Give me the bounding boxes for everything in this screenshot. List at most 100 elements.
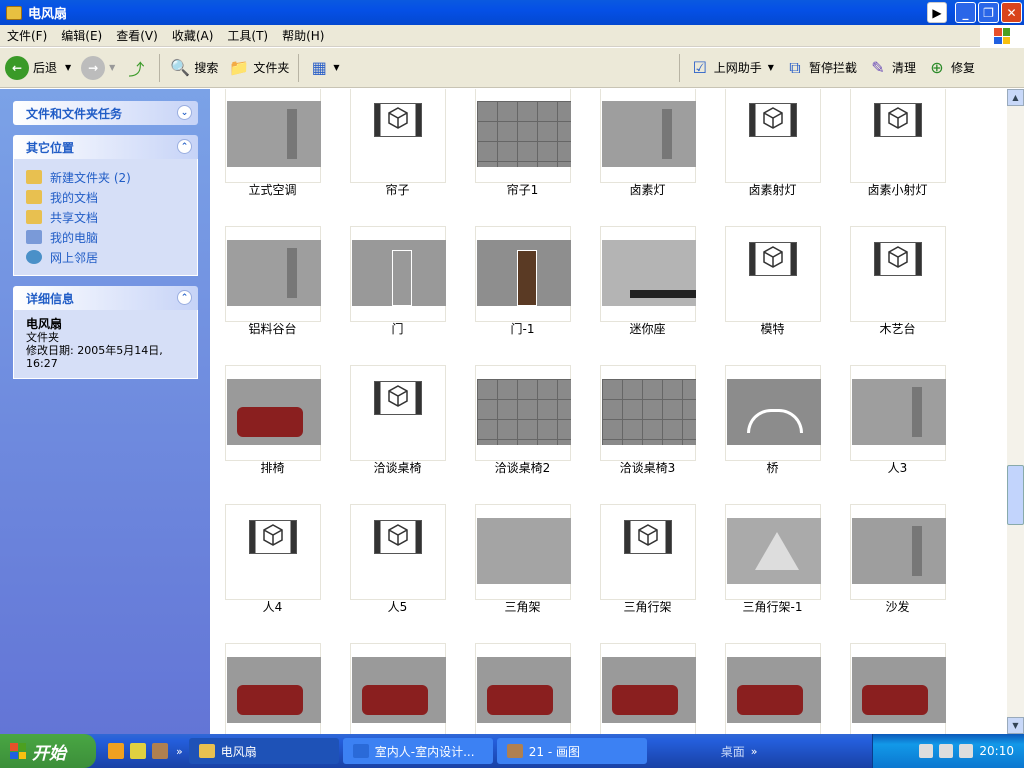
assistant-button[interactable]: ☑ 上网助手 ▼: [684, 51, 779, 85]
file-thumbnail[interactable]: [350, 226, 446, 322]
media-player-icon[interactable]: [108, 743, 124, 759]
menu-tools[interactable]: 工具(T): [220, 27, 275, 44]
file-item[interactable]: 立式空调: [210, 89, 321, 215]
chevron-right-icon[interactable]: »: [751, 745, 758, 758]
file-thumbnail[interactable]: [600, 365, 696, 461]
scroll-up-button[interactable]: ▲: [1007, 89, 1024, 106]
file-thumbnail[interactable]: [350, 89, 446, 183]
media-icon[interactable]: ▶: [927, 2, 947, 23]
file-thumbnail[interactable]: [350, 643, 446, 734]
file-item[interactable]: 洽谈桌椅3: [585, 365, 696, 493]
file-item[interactable]: 人5: [335, 504, 446, 632]
file-item[interactable]: 三角架: [460, 504, 571, 632]
place-my-documents[interactable]: 我的文档: [26, 187, 187, 207]
file-item[interactable]: 模特: [710, 226, 821, 354]
repair-button[interactable]: ⊕ 修复: [921, 51, 980, 85]
desktop-toolbar[interactable]: 桌面: [721, 743, 745, 760]
scroll-thumb[interactable]: [1007, 465, 1024, 525]
up-folder-button[interactable]: ⤴: [120, 51, 155, 85]
file-thumbnail[interactable]: [725, 226, 821, 322]
file-item[interactable]: [835, 643, 946, 734]
scroll-down-button[interactable]: ▼: [1007, 717, 1024, 734]
file-item[interactable]: 卤素小射灯: [835, 89, 946, 215]
file-thumbnail[interactable]: [850, 504, 946, 600]
forward-button[interactable]: → ▼: [76, 51, 120, 85]
file-item[interactable]: 门-1: [460, 226, 571, 354]
file-item[interactable]: 人3: [835, 365, 946, 493]
file-item[interactable]: [210, 643, 321, 734]
file-item[interactable]: 洽谈桌椅: [335, 365, 446, 493]
file-item[interactable]: 铝料谷台: [210, 226, 321, 354]
file-thumbnail[interactable]: [725, 365, 821, 461]
file-item[interactable]: 人4: [210, 504, 321, 632]
file-thumbnail[interactable]: [725, 643, 821, 734]
file-tasks-header[interactable]: 文件和文件夹任务 ⌄: [13, 101, 198, 125]
file-thumbnail[interactable]: [600, 643, 696, 734]
maximize-button[interactable]: ❐: [978, 2, 999, 23]
file-item[interactable]: 迷你座: [585, 226, 696, 354]
file-thumbnail[interactable]: [725, 89, 821, 183]
task-browser[interactable]: 室内人-室内设计...: [342, 738, 493, 764]
task-paint[interactable]: 21 - 画图: [496, 738, 647, 764]
file-thumbnail[interactable]: [600, 89, 696, 183]
chevron-up-icon[interactable]: ⌃: [177, 139, 192, 154]
file-item[interactable]: 门: [335, 226, 446, 354]
file-thumbnail[interactable]: [600, 226, 696, 322]
file-thumbnail[interactable]: [225, 504, 321, 600]
dropdown-arrow-icon[interactable]: ▼: [768, 63, 774, 72]
start-button[interactable]: 开始: [0, 734, 96, 768]
file-item[interactable]: [710, 643, 821, 734]
close-button[interactable]: ✕: [1001, 2, 1022, 23]
menu-help[interactable]: 帮助(H): [275, 27, 331, 44]
paint-icon[interactable]: [152, 743, 168, 759]
dropdown-arrow-icon[interactable]: ▼: [65, 63, 71, 72]
menu-edit[interactable]: 编辑(E): [54, 27, 109, 44]
file-item[interactable]: 沙发: [835, 504, 946, 632]
place-new-folder[interactable]: 新建文件夹 (2): [26, 167, 187, 187]
minimize-button[interactable]: _: [955, 2, 976, 23]
help-icon[interactable]: [939, 744, 954, 758]
file-thumbnail[interactable]: [850, 365, 946, 461]
file-thumbnail[interactable]: [475, 226, 571, 322]
details-header[interactable]: 详细信息 ⌃: [13, 286, 198, 310]
file-item[interactable]: 洽谈桌椅2: [460, 365, 571, 493]
views-button[interactable]: ▦ ▼: [303, 51, 344, 85]
file-item[interactable]: 桥: [710, 365, 821, 493]
file-thumbnail[interactable]: [225, 226, 321, 322]
file-item[interactable]: 帘子: [335, 89, 446, 215]
file-thumbnail[interactable]: [850, 89, 946, 183]
place-shared-documents[interactable]: 共享文档: [26, 207, 187, 227]
place-my-computer[interactable]: 我的电脑: [26, 227, 187, 247]
back-button[interactable]: ← 后退 ▼: [0, 51, 76, 85]
other-places-header[interactable]: 其它位置 ⌃: [13, 135, 198, 159]
file-thumbnail[interactable]: [600, 504, 696, 600]
file-item[interactable]: 卤素灯: [585, 89, 696, 215]
file-thumbnail[interactable]: [725, 504, 821, 600]
file-item[interactable]: 帘子1: [460, 89, 571, 215]
clean-button[interactable]: ✎ 清理: [862, 51, 921, 85]
file-thumbnail[interactable]: [475, 504, 571, 600]
menu-file[interactable]: 文件(F): [0, 27, 54, 44]
chevron-right-icon[interactable]: »: [176, 745, 183, 758]
block-popup-button[interactable]: ⧉ 暂停拦截: [779, 51, 862, 85]
file-item[interactable]: [585, 643, 696, 734]
file-thumbnail[interactable]: [225, 643, 321, 734]
chevron-up-icon[interactable]: ⌃: [177, 290, 192, 305]
search-button[interactable]: 🔍 搜索: [164, 51, 223, 85]
file-thumbnail[interactable]: [475, 89, 571, 183]
file-thumbnail[interactable]: [350, 504, 446, 600]
file-item[interactable]: 三角行架-1: [710, 504, 821, 632]
folders-button[interactable]: 📁 文件夹: [223, 51, 294, 85]
vertical-scrollbar[interactable]: ▲ ▼: [1007, 89, 1024, 734]
file-item[interactable]: [460, 643, 571, 734]
file-thumbnail[interactable]: [850, 643, 946, 734]
menu-favorites[interactable]: 收藏(A): [165, 27, 221, 44]
file-thumbnail[interactable]: [475, 643, 571, 734]
menu-view[interactable]: 查看(V): [109, 27, 165, 44]
file-item[interactable]: 卤素射灯: [710, 89, 821, 215]
file-thumbnail[interactable]: [225, 89, 321, 183]
file-item[interactable]: 木艺台: [835, 226, 946, 354]
file-thumbnail[interactable]: [475, 365, 571, 461]
place-network[interactable]: 网上邻居: [26, 247, 187, 267]
keyboard-icon[interactable]: [919, 744, 934, 758]
